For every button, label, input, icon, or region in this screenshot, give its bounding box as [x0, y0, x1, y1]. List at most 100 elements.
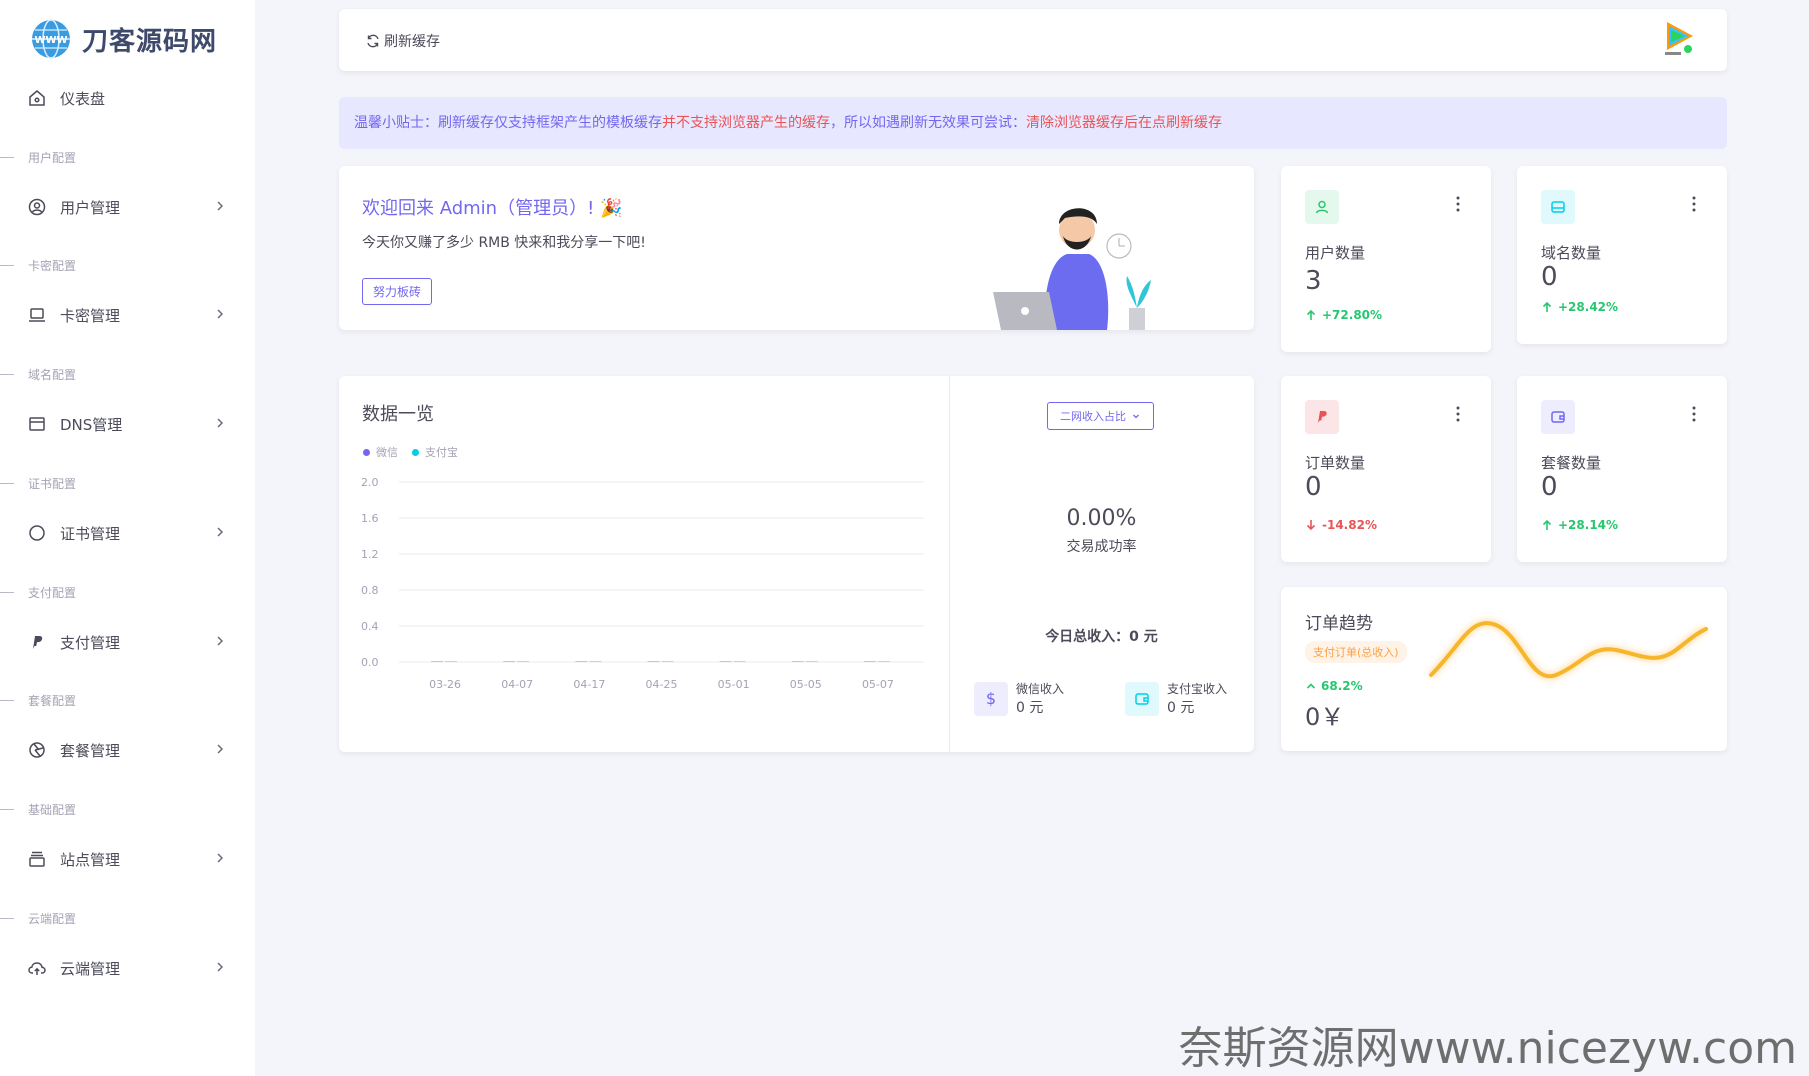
top-navbar: 刷新缓存 — [339, 9, 1727, 71]
alipay-income: 支付宝收入 0 元 — [1125, 680, 1227, 717]
sidebar-item-label: 仪表盘 — [60, 89, 106, 108]
brand-name: 刀客源码网 — [82, 26, 218, 57]
order-trend-percent: 68.2% — [1305, 679, 1363, 693]
bar-wechat[interactable] — [575, 661, 588, 662]
wechat-income-label: 微信收入 — [1016, 682, 1065, 696]
bar-alipay[interactable] — [805, 661, 818, 662]
more-vertical-icon[interactable] — [1455, 196, 1461, 212]
x-tick-label: 04-07 — [501, 678, 533, 691]
bar-wechat[interactable] — [719, 661, 732, 662]
chart-legend: 微信 支付宝 — [363, 444, 472, 460]
chevron-right-icon — [217, 636, 224, 646]
arrow-up-icon — [1542, 301, 1552, 312]
welcome-card: 欢迎回来 Admin（管理员）! 🎉 今天你又赚了多少 RMB 快来和我分享一下… — [339, 166, 1254, 330]
stat-icon-box — [1541, 190, 1575, 224]
refresh-cache-label: 刷新缓存 — [384, 34, 440, 50]
overview-title: 数据一览 — [362, 404, 434, 425]
bar-wechat[interactable] — [647, 661, 660, 662]
sidebar-item-label: 用户管理 — [60, 198, 121, 217]
work-hard-button[interactable]: 努力板砖 — [362, 278, 433, 305]
brand[interactable]: WWW 刀客源码网 — [30, 18, 217, 60]
chevron-right-icon — [217, 418, 224, 428]
developer-illustration — [993, 208, 1151, 330]
sidebar-item-dashboard[interactable]: 仪表盘 — [28, 85, 228, 111]
x-tick-label: 04-17 — [573, 678, 605, 691]
bar-alipay[interactable] — [661, 661, 674, 662]
income-ratio-select[interactable]: 二网收入占比 — [1047, 402, 1154, 430]
x-tick-label: 05-07 — [862, 678, 894, 691]
sidebar-item-label: 套餐管理 — [60, 741, 121, 760]
bar-alipay[interactable] — [877, 661, 890, 662]
sidebar-item-dns[interactable]: DNS管理 — [28, 411, 228, 437]
data-overview-card: 数据一览 微信 支付宝 0.0 0.4 0.8 1.2 1.6 2.0 03-26 04-07… — [339, 376, 1254, 752]
y-tick-label: 1.6 — [361, 512, 379, 525]
x-tick-label: 03-26 — [429, 678, 461, 691]
legend-item-wechat[interactable]: 微信 — [363, 444, 398, 460]
home-icon — [29, 90, 45, 106]
browser-window-icon — [29, 417, 45, 431]
x-tick-label: 04-25 — [646, 678, 678, 691]
sidebar-item-cloud[interactable]: 云端管理 — [28, 955, 228, 981]
section-label-pay: 支付配置 — [0, 584, 76, 601]
wallet-icon — [1125, 681, 1159, 716]
circle-outline-icon — [29, 525, 45, 541]
sidebar-item-certs[interactable]: 证书管理 — [28, 520, 228, 546]
section-label-package: 套餐配置 — [0, 692, 76, 709]
welcome-subtitle: 今天你又赚了多少 RMB 快来和我分享一下吧! — [362, 235, 646, 251]
wallet-icon — [1551, 411, 1565, 423]
more-vertical-icon[interactable] — [1691, 406, 1697, 422]
stat-value: 3 — [1305, 266, 1322, 296]
stat-trend: -14.82% — [1305, 518, 1377, 532]
chevron-right-icon — [217, 527, 224, 537]
card-divider — [949, 376, 950, 752]
stat-icon-box — [1541, 400, 1575, 434]
bar-alipay[interactable] — [589, 661, 602, 662]
bar-alipay[interactable] — [445, 661, 458, 662]
sidebar-item-packages[interactable]: 套餐管理 — [28, 737, 228, 763]
stat-card-users: 用户数量 3 +72.80% — [1281, 166, 1491, 352]
stat-value: 0 — [1305, 472, 1322, 502]
sidebar-item-payments[interactable]: 支付管理 — [28, 629, 228, 655]
section-label-domain: 域名配置 — [0, 366, 76, 383]
chevron-up-icon — [1306, 683, 1316, 689]
bar-wechat[interactable] — [791, 661, 804, 662]
chevron-right-icon — [217, 962, 224, 972]
sidebar-item-cards[interactable]: 卡密管理 — [28, 302, 228, 328]
arrow-up-icon — [1542, 519, 1552, 530]
order-trend-title: 订单趋势 — [1305, 614, 1373, 634]
stat-card-domains: 域名数量 0 +28.42% — [1517, 166, 1727, 344]
bar-wechat[interactable] — [503, 661, 516, 662]
refresh-cache-button[interactable]: 刷新缓存 — [365, 31, 440, 51]
svg-text:WWW: WWW — [34, 35, 67, 46]
refresh-icon — [367, 34, 379, 48]
welcome-title: 欢迎回来 Admin（管理员）! 🎉 — [362, 198, 623, 219]
hard-drive-icon — [1551, 201, 1565, 213]
success-rate-value: 0.00% — [1066, 506, 1137, 531]
bar-wechat[interactable] — [863, 661, 876, 662]
legend-item-alipay[interactable]: 支付宝 — [412, 444, 458, 460]
x-tick-label: 05-01 — [718, 678, 750, 691]
alipay-income-value: 0 元 — [1167, 700, 1195, 716]
chevron-right-icon — [217, 744, 224, 754]
stat-trend: +28.14% — [1541, 518, 1618, 532]
tip-text: ，所以如遇刷新无效果可尝试： — [830, 115, 1026, 131]
stat-label: 订单数量 — [1305, 454, 1366, 472]
stat-trend: +28.42% — [1541, 300, 1618, 314]
bar-alipay[interactable] — [517, 661, 530, 662]
paypal-icon — [1318, 411, 1327, 423]
order-trend-card: 订单趋势 支付订单(总收入) 68.2% 0￥ — [1281, 587, 1727, 751]
bar-wechat[interactable] — [431, 661, 444, 662]
sidebar-item-sites[interactable]: 站点管理 — [28, 846, 228, 872]
arrow-up-icon — [1306, 309, 1316, 320]
section-label-cert: 证书配置 — [0, 475, 76, 492]
sidebar-item-label: 支付管理 — [60, 633, 121, 652]
arrow-down-icon — [1306, 520, 1316, 531]
tip-text: 温馨小贴士：刷新缓存仅支持框架产生的模板缓存 — [354, 115, 662, 131]
tencent-video-icon[interactable] — [1661, 19, 1697, 59]
more-vertical-icon[interactable] — [1691, 196, 1697, 212]
more-vertical-icon[interactable] — [1455, 406, 1461, 422]
chevron-right-icon — [217, 201, 224, 211]
sidebar-item-users[interactable]: 用户管理 — [28, 194, 228, 220]
bar-alipay[interactable] — [733, 661, 746, 662]
chevron-down-icon — [1133, 414, 1139, 419]
